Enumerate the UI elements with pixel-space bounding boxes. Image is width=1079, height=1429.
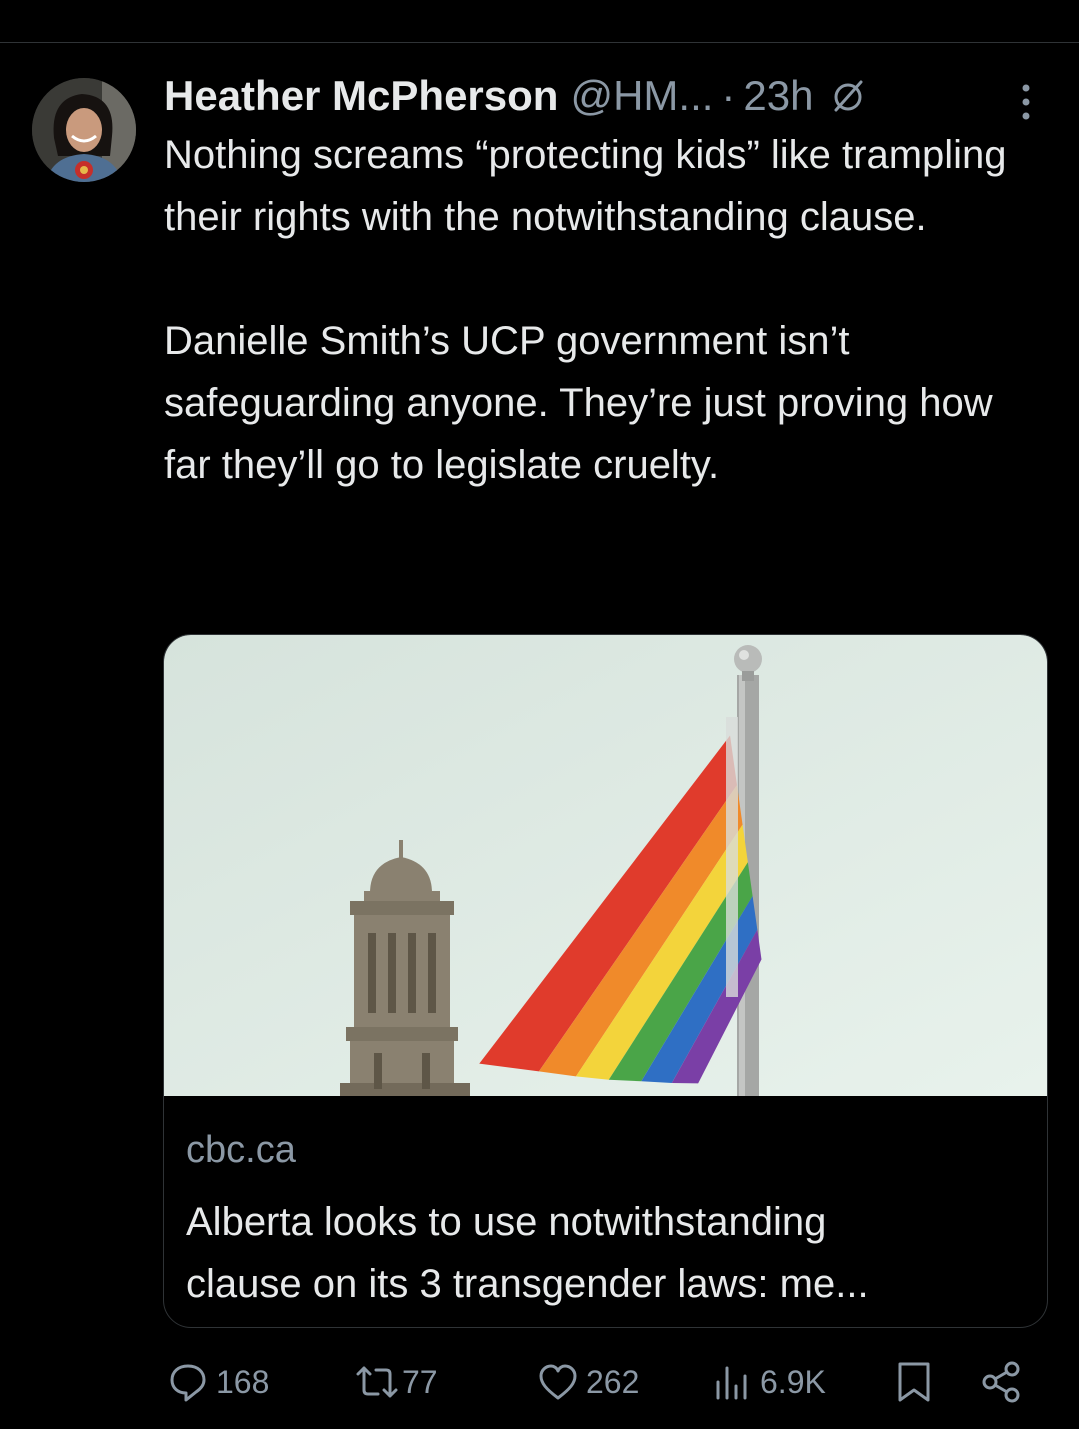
more-vertical-icon[interactable] — [1008, 80, 1044, 124]
reply-count: 168 — [216, 1363, 270, 1400]
repost-count: 77 — [402, 1363, 438, 1400]
tweet-header: Heather McPherson @HM... · 23h — [164, 66, 868, 126]
share-icon — [980, 1360, 1024, 1404]
tweet-paragraph: Nothing screams “protecting kids” like t… — [164, 133, 1007, 239]
header-separator: · — [721, 72, 736, 119]
like-button[interactable]: 262 — [536, 1352, 639, 1412]
tweet-paragraph: Danielle Smith’s UCP government isn’t sa… — [164, 319, 993, 487]
views-icon — [710, 1360, 754, 1404]
share-button[interactable] — [980, 1352, 1024, 1412]
reply-icon — [166, 1360, 210, 1404]
repost-button[interactable]: 77 — [352, 1352, 438, 1412]
link-card-image[interactable] — [164, 635, 1047, 1096]
tweet-text: Nothing screams “protecting kids” like t… — [164, 124, 1044, 496]
link-card-title-line: Alberta looks to use notwithstanding — [186, 1200, 827, 1244]
like-count: 262 — [586, 1363, 640, 1400]
link-card-title: Alberta looks to use notwithstanding cla… — [186, 1191, 1026, 1315]
bookmark-icon — [894, 1360, 934, 1404]
reply-button[interactable]: 168 — [166, 1352, 269, 1412]
author-avatar[interactable] — [32, 78, 136, 182]
link-card-domain: cbc.ca — [186, 1129, 296, 1171]
views-button[interactable]: 6.9K — [710, 1352, 826, 1412]
repost-icon — [352, 1360, 402, 1404]
author-name[interactable]: Heather McPherson — [164, 72, 558, 120]
link-card-title-line: clause on its 3 transgender laws: me... — [186, 1262, 869, 1306]
link-card[interactable]: cbc.ca Alberta looks to use notwithstand… — [163, 634, 1048, 1328]
views-count: 6.9K — [760, 1363, 826, 1400]
top-divider — [0, 42, 1079, 43]
action-bar: 168 77 262 6.9K — [0, 1352, 1079, 1412]
edited-icon — [828, 76, 868, 116]
author-handle[interactable]: @HM... — [570, 72, 713, 120]
tweet-timestamp[interactable]: 23h — [743, 72, 813, 120]
heart-icon — [536, 1360, 580, 1404]
bookmark-button[interactable] — [894, 1352, 934, 1412]
